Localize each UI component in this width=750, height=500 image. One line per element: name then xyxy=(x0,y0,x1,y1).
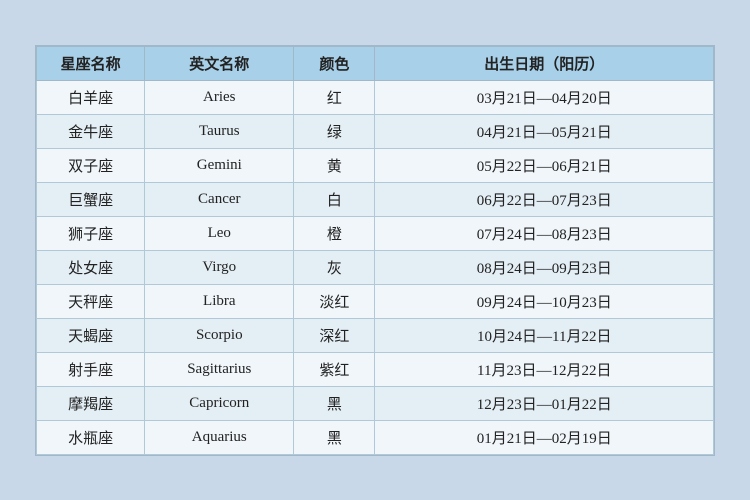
cell-date: 06月22日—07月23日 xyxy=(375,182,714,216)
cell-en: Cancer xyxy=(145,182,294,216)
table-row: 摩羯座Capricorn黑12月23日—01月22日 xyxy=(37,386,714,420)
cell-en: Capricorn xyxy=(145,386,294,420)
cell-en: Aries xyxy=(145,80,294,114)
header-color: 颜色 xyxy=(294,46,375,80)
cell-en: Sagittarius xyxy=(145,352,294,386)
cell-date: 11月23日—12月22日 xyxy=(375,352,714,386)
cell-date: 08月24日—09月23日 xyxy=(375,250,714,284)
cell-en: Gemini xyxy=(145,148,294,182)
cell-date: 01月21日—02月19日 xyxy=(375,420,714,454)
cell-color: 黑 xyxy=(294,386,375,420)
cell-zh: 白羊座 xyxy=(37,80,145,114)
cell-color: 紫红 xyxy=(294,352,375,386)
cell-date: 09月24日—10月23日 xyxy=(375,284,714,318)
cell-color: 橙 xyxy=(294,216,375,250)
cell-date: 07月24日—08月23日 xyxy=(375,216,714,250)
cell-en: Aquarius xyxy=(145,420,294,454)
cell-en: Taurus xyxy=(145,114,294,148)
cell-zh: 巨蟹座 xyxy=(37,182,145,216)
table-row: 双子座Gemini黄05月22日—06月21日 xyxy=(37,148,714,182)
header-zh: 星座名称 xyxy=(37,46,145,80)
header-date: 出生日期（阳历） xyxy=(375,46,714,80)
table-row: 射手座Sagittarius紫红11月23日—12月22日 xyxy=(37,352,714,386)
cell-color: 黄 xyxy=(294,148,375,182)
table-row: 处女座Virgo灰08月24日—09月23日 xyxy=(37,250,714,284)
table-row: 天秤座Libra淡红09月24日—10月23日 xyxy=(37,284,714,318)
cell-color: 黑 xyxy=(294,420,375,454)
cell-color: 白 xyxy=(294,182,375,216)
table-row: 白羊座Aries红03月21日—04月20日 xyxy=(37,80,714,114)
cell-zh: 双子座 xyxy=(37,148,145,182)
cell-en: Virgo xyxy=(145,250,294,284)
cell-en: Scorpio xyxy=(145,318,294,352)
cell-en: Libra xyxy=(145,284,294,318)
cell-date: 05月22日—06月21日 xyxy=(375,148,714,182)
table-row: 狮子座Leo橙07月24日—08月23日 xyxy=(37,216,714,250)
cell-color: 深红 xyxy=(294,318,375,352)
zodiac-table-container: 星座名称 英文名称 颜色 出生日期（阳历） 白羊座Aries红03月21日—04… xyxy=(35,45,715,456)
table-header-row: 星座名称 英文名称 颜色 出生日期（阳历） xyxy=(37,46,714,80)
cell-zh: 摩羯座 xyxy=(37,386,145,420)
cell-date: 10月24日—11月22日 xyxy=(375,318,714,352)
cell-zh: 金牛座 xyxy=(37,114,145,148)
table-row: 天蝎座Scorpio深红10月24日—11月22日 xyxy=(37,318,714,352)
cell-zh: 天蝎座 xyxy=(37,318,145,352)
cell-en: Leo xyxy=(145,216,294,250)
header-en: 英文名称 xyxy=(145,46,294,80)
table-row: 巨蟹座Cancer白06月22日—07月23日 xyxy=(37,182,714,216)
cell-date: 04月21日—05月21日 xyxy=(375,114,714,148)
cell-zh: 天秤座 xyxy=(37,284,145,318)
cell-zh: 处女座 xyxy=(37,250,145,284)
table-row: 金牛座Taurus绿04月21日—05月21日 xyxy=(37,114,714,148)
cell-zh: 水瓶座 xyxy=(37,420,145,454)
cell-color: 淡红 xyxy=(294,284,375,318)
cell-date: 12月23日—01月22日 xyxy=(375,386,714,420)
cell-color: 红 xyxy=(294,80,375,114)
cell-zh: 射手座 xyxy=(37,352,145,386)
cell-color: 绿 xyxy=(294,114,375,148)
cell-zh: 狮子座 xyxy=(37,216,145,250)
cell-date: 03月21日—04月20日 xyxy=(375,80,714,114)
cell-color: 灰 xyxy=(294,250,375,284)
zodiac-table: 星座名称 英文名称 颜色 出生日期（阳历） 白羊座Aries红03月21日—04… xyxy=(36,46,714,455)
table-row: 水瓶座Aquarius黑01月21日—02月19日 xyxy=(37,420,714,454)
